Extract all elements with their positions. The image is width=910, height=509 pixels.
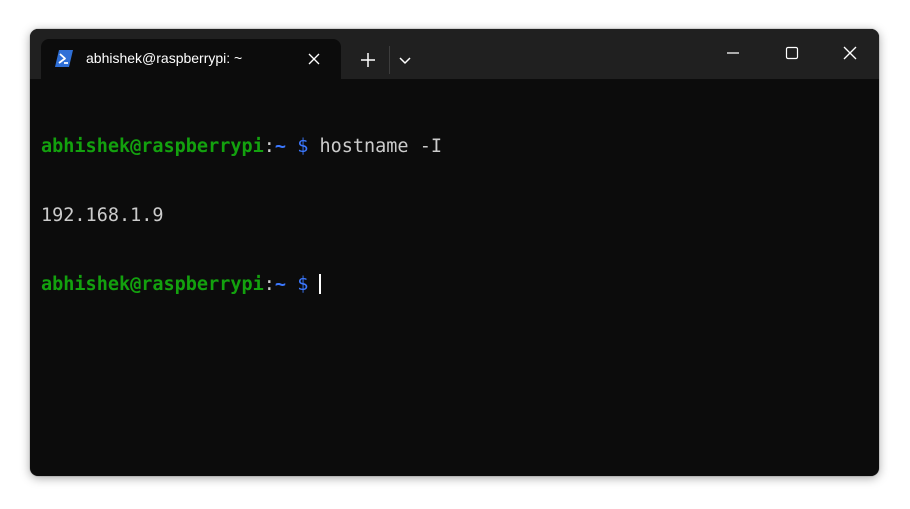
terminal-line: 192.168.1.9	[41, 204, 442, 227]
command-output: 192.168.1.9	[41, 205, 164, 226]
tab-active[interactable]: abhishek@raspberrypi: ~	[41, 39, 341, 79]
powershell-icon	[55, 50, 73, 67]
chevron-down-icon[interactable]	[394, 49, 416, 71]
close-icon[interactable]	[830, 37, 870, 69]
prompt-separator: :	[263, 136, 275, 157]
command-text: hostname -I	[319, 136, 442, 157]
tab-divider	[389, 46, 390, 74]
terminal-window: abhishek@raspberrypi: ~ abhishek@raspber…	[30, 29, 879, 476]
terminal-line: abhishek@raspberrypi:~ $ hostname -I	[41, 135, 442, 158]
prompt-path: ~	[274, 274, 287, 295]
prompt-user-host: abhishek@raspberrypi	[41, 136, 264, 157]
prompt-symbol: $	[297, 136, 309, 157]
tab-close-icon[interactable]	[307, 52, 321, 66]
plus-icon[interactable]	[355, 49, 381, 71]
maximize-icon[interactable]	[772, 37, 812, 69]
prompt-separator: :	[263, 274, 275, 295]
text-cursor	[319, 274, 322, 294]
terminal-output[interactable]: abhishek@raspberrypi:~ $ hostname -I 192…	[41, 89, 442, 342]
prompt-path: ~	[274, 136, 287, 157]
prompt-user-host: abhishek@raspberrypi	[41, 274, 264, 295]
terminal-line[interactable]: abhishek@raspberrypi:~ $	[41, 273, 442, 296]
minimize-icon[interactable]	[713, 37, 753, 69]
title-bar[interactable]: abhishek@raspberrypi: ~	[30, 29, 879, 79]
prompt-symbol: $	[297, 274, 309, 295]
tab-title: abhishek@raspberrypi: ~	[86, 50, 243, 66]
